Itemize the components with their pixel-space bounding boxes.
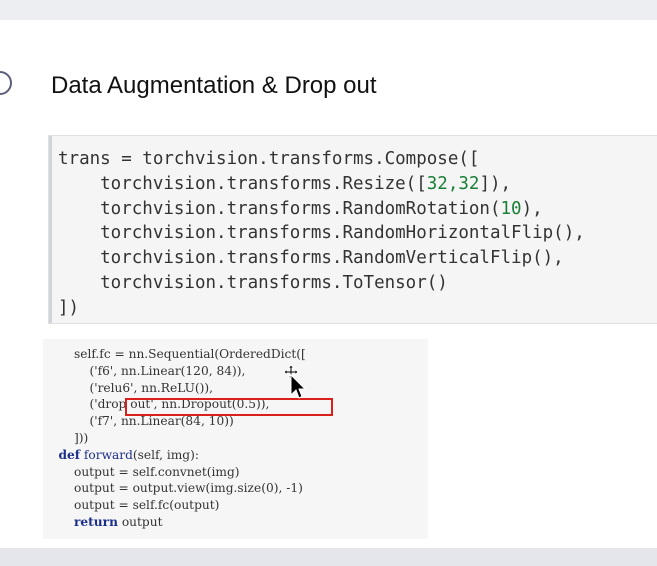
code-cell[interactable]: trans = torchvision.transforms.Compose([… [48, 135, 657, 324]
code-line: output = self.convnet(img) [43, 464, 240, 479]
code-line: self.fc = nn.Sequential(OrderedDict([ [43, 347, 306, 361]
code-line: trans = torchvision.transforms.Compose([ [58, 149, 480, 169]
code-line: torchvision.transforms.RandomRotation(10… [58, 198, 543, 219]
code-line: ])) [43, 430, 89, 445]
code-line: torchvision.transforms.ToTensor() [58, 272, 448, 293]
section-marker-icon [0, 71, 12, 95]
keyword: def [58, 447, 81, 462]
move-cursor-icon [283, 365, 307, 399]
top-band [0, 0, 657, 20]
code-line: return output [74, 514, 163, 529]
keyword: return [74, 514, 118, 529]
embedded-code-screenshot: self.fc = nn.Sequential(OrderedDict([ ('… [43, 339, 428, 539]
screenshot-code-block: self.fc = nn.Sequential(OrderedDict([ ('… [43, 339, 306, 531]
code-block: trans = torchvision.transforms.Compose([… [58, 147, 585, 321]
code-line: ]) [58, 297, 80, 318]
code-line: torchvision.transforms.Resize([32,32]), [58, 173, 512, 194]
code-line: torchvision.transforms.RandomHorizontalF… [58, 223, 585, 244]
function-name: forward [83, 447, 133, 462]
number-literal: 32,32 [426, 173, 480, 194]
cell-focus-bar [49, 136, 52, 323]
code-line: output = output.view(img.size(0), -1) [43, 481, 303, 496]
code-line: torchvision.transforms.RandomVerticalFli… [58, 248, 564, 269]
section-title: Data Augmentation & Drop out [51, 72, 377, 99]
code-line: def forward(self, img): [58, 447, 199, 462]
highlight-box [125, 398, 333, 416]
code-line: ('f6', nn.Linear(120, 84)), [43, 363, 246, 378]
code-line: ('relu6', nn.ReLU()), [43, 380, 214, 395]
bottom-band [0, 548, 657, 566]
code-line: output = self.fc(output) [43, 498, 220, 513]
number-literal: 10 [500, 198, 522, 219]
